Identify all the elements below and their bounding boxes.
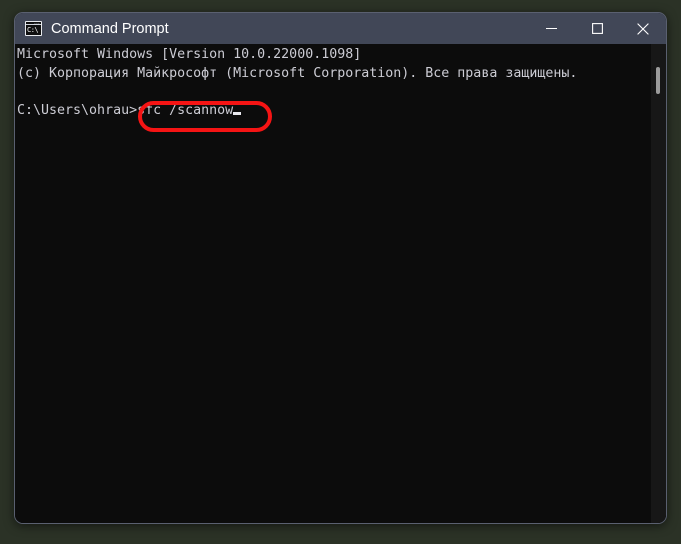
window-titlebar[interactable]: ••• C:\ Command Prompt xyxy=(15,13,666,44)
terminal-line-command: C:\Users\ohrau>sfc /scannow xyxy=(15,102,666,121)
window-title: Command Prompt xyxy=(51,20,169,37)
close-button[interactable] xyxy=(620,13,666,44)
terminal-prompt-and-command: C:\Users\ohrau>sfc /scannow xyxy=(17,102,234,118)
terminal-scrollbar[interactable] xyxy=(651,44,666,523)
close-icon xyxy=(637,22,649,35)
window-controls xyxy=(528,13,666,44)
minimize-button[interactable] xyxy=(528,13,574,44)
terminal-scrollbar-thumb[interactable] xyxy=(656,67,660,94)
minimize-icon xyxy=(545,27,557,30)
titlebar-left-group: ••• C:\ Command Prompt xyxy=(15,21,528,37)
command-prompt-window: ••• C:\ Command Prompt Microsoft Windows… xyxy=(14,12,667,524)
cmd-console-icon: ••• C:\ xyxy=(25,21,42,36)
maximize-button[interactable] xyxy=(574,13,620,44)
terminal-cursor xyxy=(233,111,242,115)
maximize-icon xyxy=(591,23,603,34)
terminal-output-area[interactable]: Microsoft Windows [Version 10.0.22000.10… xyxy=(15,44,666,523)
terminal-line-copyright: (c) Корпорация Майкрософт (Microsoft Cor… xyxy=(17,65,578,81)
icon-titlebar-dots: ••• xyxy=(34,21,40,26)
terminal-line-version: Microsoft Windows [Version 10.0.22000.10… xyxy=(17,47,362,62)
icon-prompt-text: C:\ xyxy=(27,26,39,34)
